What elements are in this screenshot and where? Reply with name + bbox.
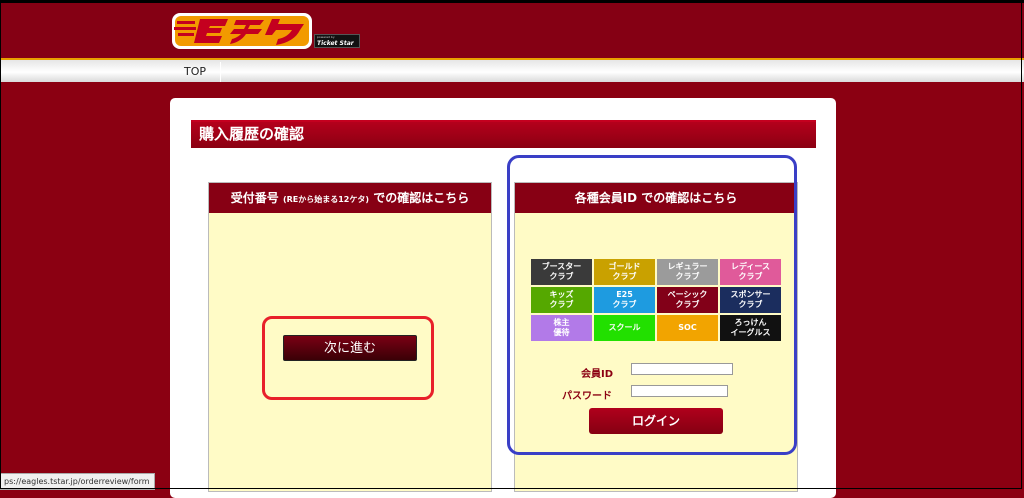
ticketstar-logo: powered by Ticket Star bbox=[314, 34, 360, 48]
club-button[interactable]: SOC bbox=[657, 315, 718, 341]
reception-number-panel: 受付番号 (REから始まる12ケタ) での確認はこちら 次に進む bbox=[208, 182, 492, 492]
content-card: 購入履歴の確認 受付番号 (REから始まる12ケタ) での確認はこちら 次に進む… bbox=[170, 98, 836, 498]
reception-heading-tail: での確認はこちら bbox=[373, 191, 470, 205]
echike-logo[interactable] bbox=[172, 11, 312, 51]
next-button[interactable]: 次に進む bbox=[283, 335, 417, 361]
club-button[interactable]: レギュラー クラブ bbox=[657, 259, 718, 285]
club-button[interactable]: スポンサー クラブ bbox=[720, 287, 781, 313]
member-id-heading: 各種会員ID での確認はこちら bbox=[515, 183, 797, 213]
club-button[interactable]: レディース クラブ bbox=[720, 259, 781, 285]
club-button[interactable]: キッズ クラブ bbox=[531, 287, 592, 313]
site-header: powered by Ticket Star bbox=[0, 0, 1024, 58]
status-bar-url: ps://eagles.tstar.jp/orderreview/form bbox=[0, 473, 155, 490]
member-id-label: 会員ID bbox=[581, 369, 614, 380]
nav-bar: TOP bbox=[0, 58, 1024, 82]
club-button[interactable]: スクール bbox=[594, 315, 655, 341]
reception-heading-note: (REから始まる12ケタ) bbox=[282, 195, 370, 204]
reception-number-heading: 受付番号 (REから始まる12ケタ) での確認はこちら bbox=[209, 183, 491, 213]
club-button[interactable]: E25 クラブ bbox=[594, 287, 655, 313]
member-id-input[interactable] bbox=[631, 363, 733, 375]
login-button[interactable]: ログイン bbox=[589, 408, 723, 434]
club-button[interactable]: ゴールド クラブ bbox=[594, 259, 655, 285]
club-button[interactable]: 株主 優待 bbox=[531, 315, 592, 341]
club-button[interactable]: ろっけん イーグルス bbox=[720, 315, 781, 341]
password-label: パスワード bbox=[562, 391, 612, 402]
page-title: 購入履歴の確認 bbox=[191, 120, 816, 148]
ticketstar-label: Ticket Star bbox=[317, 40, 354, 47]
club-button[interactable]: ブースター クラブ bbox=[531, 259, 592, 285]
reception-heading-main: 受付番号 bbox=[230, 191, 279, 205]
club-button[interactable]: ベーシック クラブ bbox=[657, 287, 718, 313]
password-input[interactable] bbox=[631, 385, 728, 397]
nav-item-top[interactable]: TOP bbox=[170, 62, 221, 82]
club-grid: ブースター クラブ ゴールド クラブ レギュラー クラブ レディース クラブキッズ ク… bbox=[531, 259, 781, 341]
member-id-panel: 各種会員ID での確認はこちら ブースター クラブ ゴールド クラブ レギュラー ク… bbox=[514, 182, 798, 492]
